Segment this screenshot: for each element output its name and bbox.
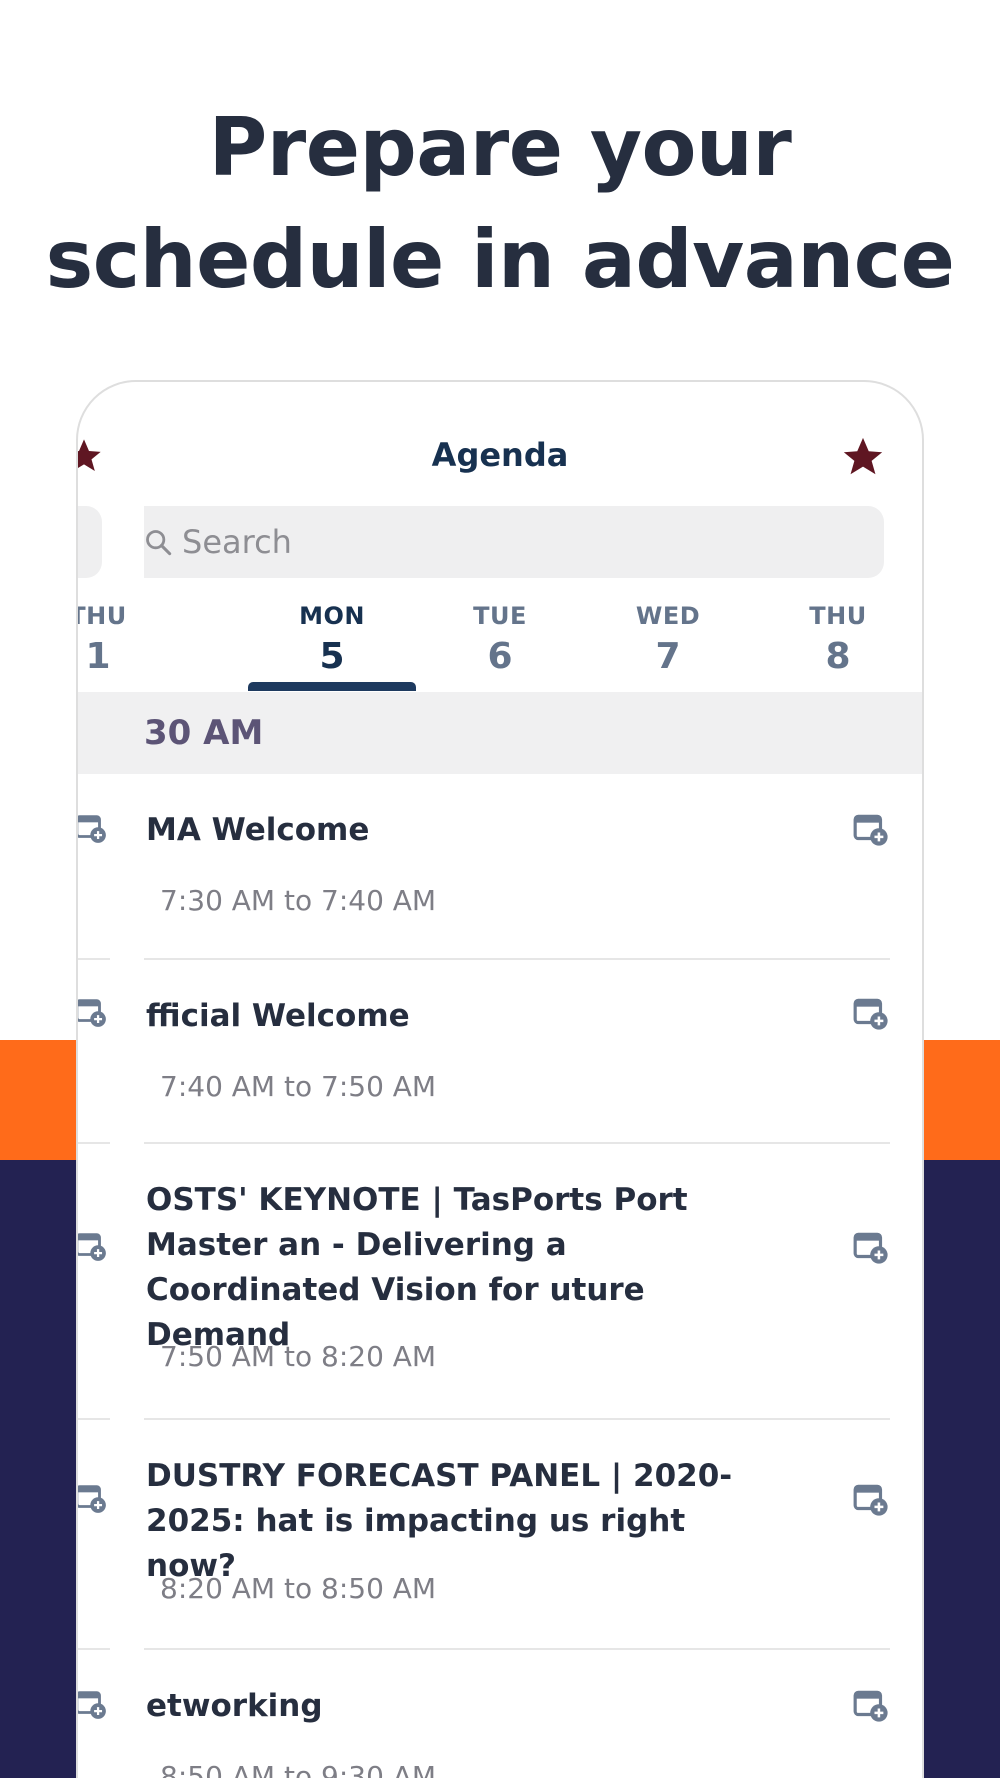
list-item[interactable]: MA Welcome 7:30 AM to 7:40 AM [78,774,922,960]
search-input[interactable]: Search [144,506,884,578]
hero-line-1: Prepare your [208,101,792,194]
day-tab-date: 5 [319,636,345,677]
session-title: DUSTRY FORECAST PANEL | 2020-2025: hat i… [146,1458,733,1584]
calendar-add-icon[interactable] [852,1228,890,1266]
day-tab[interactable]: TUE 6 [430,602,570,677]
day-tab-date: 7 [655,636,681,677]
day-tab-weekday: TUE [473,602,527,630]
hero-line-2: schedule in advance [45,213,955,306]
session-time: 8:20 AM to 8:50 AM [160,1572,437,1605]
calendar-add-icon[interactable] [852,810,890,848]
session-title: fficial Welcome [146,998,410,1034]
time-section-header: 30 AM [78,692,922,774]
day-tab-weekday: THU [809,602,867,630]
calendar-add-icon [78,1233,106,1261]
search-input-peek [78,506,102,578]
list-item[interactable]: etworking 8:50 AM to 9:30 AM [78,1650,922,1778]
day-tab-weekday: MON [299,602,365,630]
calendar-add-icon [78,999,106,1027]
active-day-indicator [248,682,416,691]
day-tab[interactable]: THU 8 [768,602,908,677]
calendar-add-icon [78,1691,106,1719]
calendar-add-icon [78,815,106,843]
day-tab[interactable]: WED 7 [598,602,738,677]
list-item[interactable]: DUSTRY FORECAST PANEL | 2020-2025: hat i… [78,1420,922,1650]
day-tab[interactable]: THU 1 [78,602,168,677]
session-title: MA Welcome [146,812,370,848]
session-title: OSTS' KEYNOTE | TasPorts Port Master an … [146,1182,688,1353]
calendar-add-icon[interactable] [852,1686,890,1724]
hero-headline: Prepare your schedule in advance [0,92,1000,316]
session-time: 7:40 AM to 7:50 AM [160,1070,437,1103]
day-tab-date: 6 [487,636,513,677]
calendar-add-icon [78,1485,106,1513]
day-tab-date: 8 [825,636,851,677]
day-tab-weekday: WED [635,602,701,630]
session-time: 7:50 AM to 8:20 AM [160,1340,437,1373]
calendar-add-icon[interactable] [852,1480,890,1518]
session-time: 8:50 AM to 9:30 AM [160,1760,437,1778]
day-tab-active[interactable]: MON 5 [262,602,402,677]
star-icon[interactable] [840,434,886,480]
session-time: 7:30 AM to 7:40 AM [160,884,437,917]
day-tab-weekday: THU [78,602,127,630]
session-title: etworking [146,1688,323,1724]
day-tab-date: 1 [85,636,111,677]
phone-screen: Agenda Search THU 1 MON 5 TUE 6 WED 7 TH… [76,380,924,1778]
search-placeholder: Search [182,523,292,561]
search-icon [146,530,172,556]
page-title: Agenda [431,436,569,474]
calendar-add-icon[interactable] [852,994,890,1032]
list-item[interactable]: OSTS' KEYNOTE | TasPorts Port Master an … [78,1144,922,1420]
list-item[interactable]: fficial Welcome 7:40 AM to 7:50 AM [78,960,922,1144]
